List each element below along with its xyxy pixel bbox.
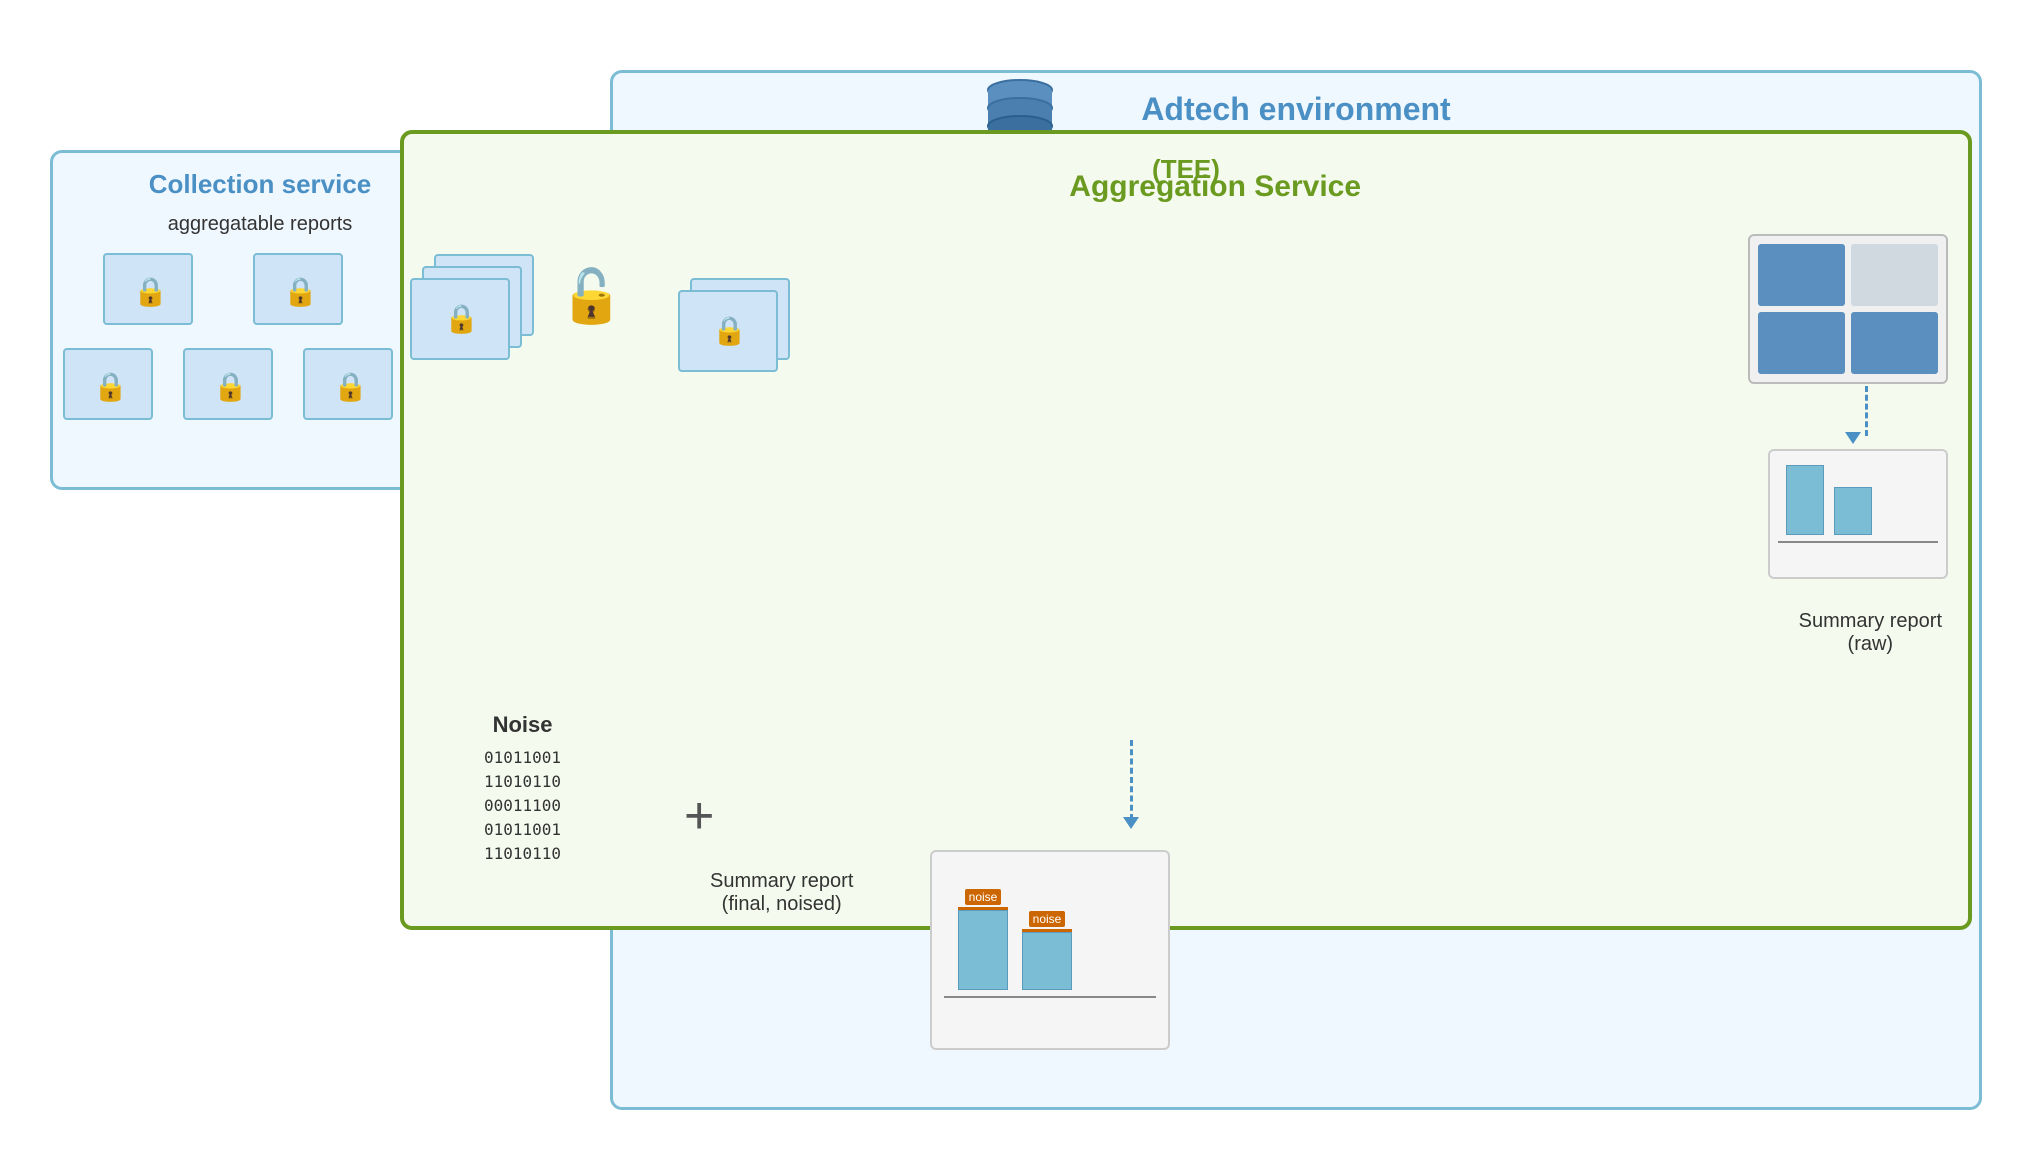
report-card-3: 🔒: [63, 348, 153, 420]
aggregation-title-group: Aggregation Service (TEE): [1152, 152, 1220, 185]
final-bar-1: [958, 910, 1008, 990]
tee-card-front: 🔒: [410, 278, 510, 360]
collection-subtitle: aggregatable reports: [168, 213, 353, 236]
unlocked-lock-icon: 🔓: [559, 266, 624, 327]
summary-final-title: Summary report: [710, 870, 853, 893]
decoded-report-card: [1748, 234, 1948, 384]
raw-bar-1: [1786, 465, 1824, 535]
noise-tag-2: noise: [1029, 911, 1066, 927]
summary-raw-title: Summary report: [1799, 610, 1942, 633]
summary-raw-card: [1768, 449, 1948, 579]
report-card-4: 🔒: [183, 348, 273, 420]
noise-binary: 0101100111010110000111000101100111010110: [484, 746, 561, 866]
summary-final-paren: (final, noised): [710, 893, 853, 916]
arrowhead-dashed-1: [1845, 432, 1861, 444]
dashed-arrow-down-2: [1130, 740, 1133, 820]
summary-final-card: noise noise: [930, 850, 1170, 1050]
summary-raw-label-group: Summary report (raw): [1799, 610, 1942, 656]
decoded-cell-4: [1851, 312, 1938, 374]
report-card-1: 🔒: [103, 253, 193, 325]
raw-bar-2: [1834, 487, 1872, 535]
decoded-cell-2: [1851, 244, 1938, 306]
summary-final-label-group: Summary report (final, noised): [710, 870, 853, 916]
report-card-5: 🔒: [303, 348, 393, 420]
aggregation-tee-box: Aggregation Service (TEE) 🔒 🔓 Noise: [400, 130, 1972, 930]
transit-card-front: 🔒: [678, 290, 778, 372]
report-card-2: 🔒: [253, 253, 343, 325]
collection-title: Collection service: [149, 169, 372, 200]
decoded-cell-1: [1758, 244, 1845, 306]
arrowhead-dashed-2: [1123, 817, 1139, 829]
adtech-title: Adtech environment: [1141, 91, 1450, 128]
noise-label: Noise: [484, 712, 561, 738]
decoded-cell-3: [1758, 312, 1845, 374]
plus-sign: +: [684, 786, 714, 846]
aggregation-title: Aggregation Service: [1069, 170, 1361, 204]
noise-section: Noise 0101100111010110000111000101100111…: [484, 712, 561, 866]
dashed-arrow-down-1: [1865, 386, 1868, 436]
final-bar-2: [1022, 932, 1072, 990]
summary-raw-paren: (raw): [1799, 633, 1942, 656]
noise-tag-1: noise: [965, 889, 1002, 905]
